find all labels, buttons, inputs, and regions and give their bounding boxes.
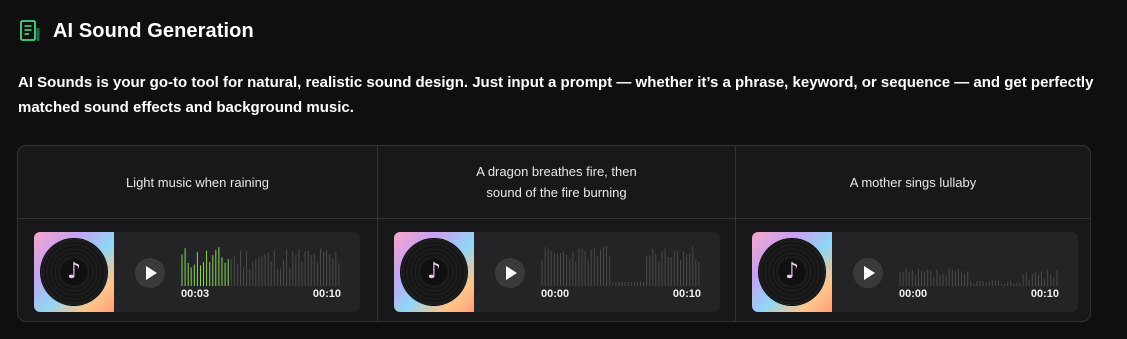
- play-icon: [146, 266, 157, 280]
- prompt-text: A dragon breathes fire, then sound of th…: [378, 146, 735, 219]
- total-time: 00:10: [312, 288, 341, 300]
- play-button[interactable]: [853, 258, 883, 288]
- play-button[interactable]: [495, 258, 525, 288]
- vinyl-disc-icon: ♪: [759, 239, 825, 305]
- album-thumbnail: ♪: [752, 232, 832, 312]
- sample-column: A mother sings lullaby ♪ 00:00 00:10: [735, 146, 1090, 321]
- music-note-icon: ♪: [784, 259, 800, 284]
- section-header: AI Sound Generation: [18, 19, 254, 43]
- vinyl-disc-icon: ♪: [401, 239, 467, 305]
- section-description: AI Sounds is your go-to tool for natural…: [18, 74, 1094, 116]
- sample-column: Light music when raining ♪ 00:03 00:10: [18, 146, 377, 321]
- waveform[interactable]: [899, 244, 1059, 286]
- vinyl-disc-icon: ♪: [41, 239, 107, 305]
- play-button[interactable]: [135, 258, 165, 288]
- page-title: AI Sound Generation: [53, 19, 254, 42]
- waveform[interactable]: [181, 244, 341, 286]
- play-icon: [506, 266, 517, 280]
- audio-player: ♪ 00:00 00:10: [394, 232, 720, 312]
- sample-column: A dragon breathes fire, then sound of th…: [377, 146, 735, 321]
- album-thumbnail: ♪: [394, 232, 474, 312]
- current-time: 00:03: [181, 288, 210, 300]
- album-thumbnail: ♪: [34, 232, 114, 312]
- total-time: 00:10: [672, 288, 701, 300]
- music-note-icon: ♪: [66, 259, 82, 284]
- play-icon: [864, 266, 875, 280]
- prompt-text: A mother sings lullaby: [736, 146, 1090, 219]
- prompt-text: Light music when raining: [18, 146, 377, 219]
- current-time: 00:00: [899, 288, 928, 300]
- music-note-icon: ♪: [426, 259, 442, 284]
- document-icon: [20, 20, 40, 41]
- total-time: 00:10: [1030, 288, 1059, 300]
- current-time: 00:00: [541, 288, 570, 300]
- waveform[interactable]: [541, 244, 701, 286]
- audio-player: ♪ 00:03 00:10: [34, 232, 360, 312]
- audio-player: ♪ 00:00 00:10: [752, 232, 1078, 312]
- sample-table: Light music when raining ♪ 00:03 00:10 A…: [17, 145, 1091, 322]
